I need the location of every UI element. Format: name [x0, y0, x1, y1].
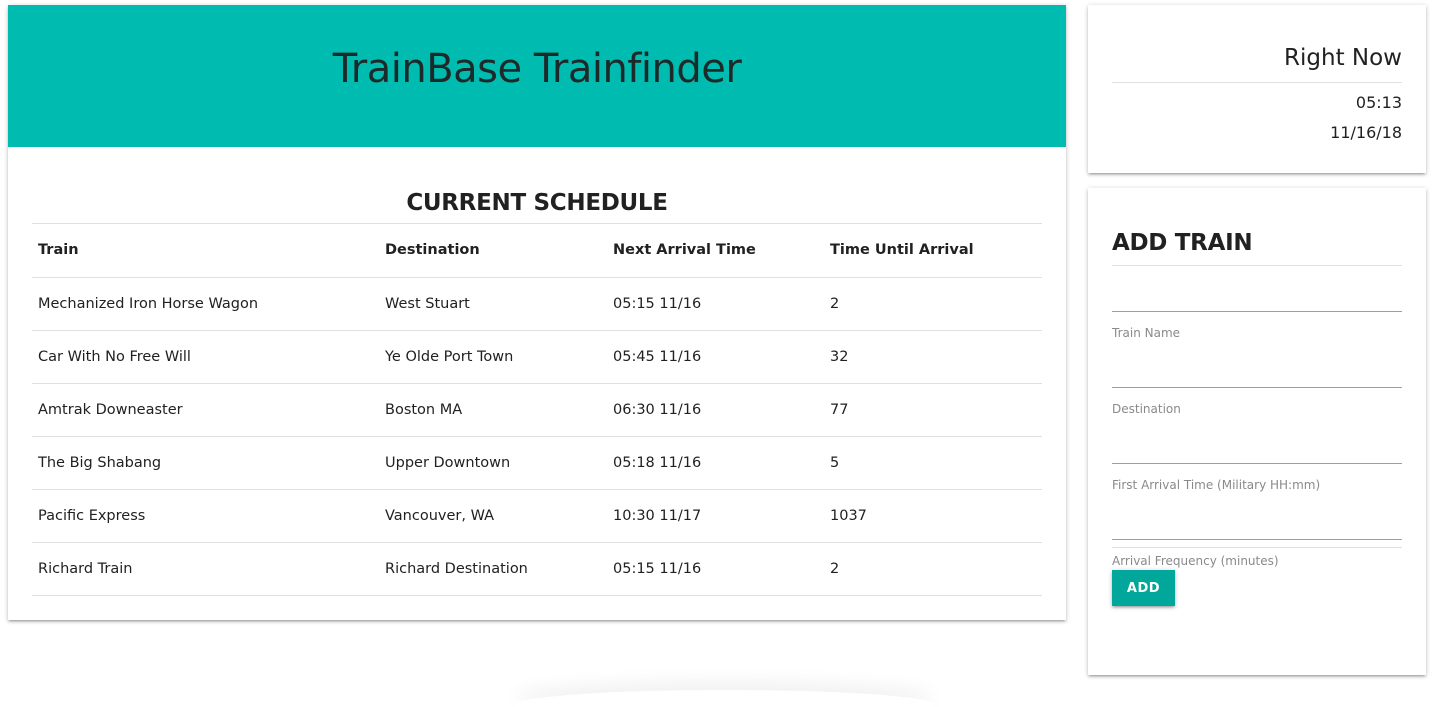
cell-next-arrival: 05:18 11/16: [607, 436, 824, 490]
cell-time-until: 77: [824, 383, 1042, 437]
cell-time-until: 2: [824, 277, 1042, 331]
first-arrival-label: First Arrival Time (Military HH:mm): [1112, 478, 1321, 492]
cell-train: Car With No Free Will: [32, 330, 379, 384]
cell-train: Amtrak Downeaster: [32, 383, 379, 437]
destination-field: Destination: [1112, 342, 1402, 418]
cell-train: Mechanized Iron Horse Wagon: [32, 277, 379, 331]
cell-destination: Richard Destination: [379, 542, 607, 596]
column-header-train: Train: [32, 224, 379, 278]
right-now-title: Right Now: [1112, 5, 1402, 83]
train-name-input[interactable]: [1112, 266, 1402, 312]
destination-label: Destination: [1112, 402, 1181, 416]
cell-next-arrival: 05:15 11/16: [607, 277, 824, 331]
train-name-label: Train Name: [1112, 326, 1181, 340]
cell-next-arrival: 05:15 11/16: [607, 542, 824, 596]
cell-train: Richard Train: [32, 542, 379, 596]
column-header-next-arrival: Next Arrival Time: [607, 224, 824, 278]
destination-input[interactable]: [1112, 342, 1402, 388]
current-time: 05:13: [1355, 93, 1402, 112]
add-train-card: ADD TRAIN Train Name Destination First A…: [1088, 188, 1426, 675]
bottom-shadow: [515, 690, 935, 707]
schedule-section: CURRENT SCHEDULE Train Destination Next …: [8, 189, 1066, 596]
schedule-title: CURRENT SCHEDULE: [32, 189, 1042, 224]
cell-time-until: 1037: [824, 489, 1042, 543]
first-arrival-input[interactable]: [1112, 418, 1402, 464]
cell-next-arrival: 05:45 11/16: [607, 330, 824, 384]
page-title: TrainBase Trainfinder: [332, 46, 742, 92]
column-header-time-until: Time Until Arrival: [824, 224, 1042, 278]
cell-next-arrival: 06:30 11/16: [607, 383, 824, 437]
schedule-table: Train Destination Next Arrival Time Time…: [32, 224, 1042, 596]
right-now-card: Right Now 05:13 11/16/18: [1088, 5, 1426, 173]
table-row: The Big Shabang Upper Downtown 05:18 11/…: [32, 436, 1042, 490]
cell-time-until: 32: [824, 330, 1042, 384]
add-train-form: Train Name Destination First Arrival Tim…: [1112, 266, 1402, 606]
table-row: Mechanized Iron Horse Wagon West Stuart …: [32, 277, 1042, 331]
schedule-card: TrainBase Trainfinder CURRENT SCHEDULE T…: [8, 5, 1066, 620]
header-banner: TrainBase Trainfinder: [8, 5, 1066, 147]
table-row: Amtrak Downeaster Boston MA 06:30 11/16 …: [32, 383, 1042, 437]
cell-destination: West Stuart: [379, 277, 607, 331]
table-row: Richard Train Richard Destination 05:15 …: [32, 542, 1042, 596]
first-arrival-field: First Arrival Time (Military HH:mm): [1112, 418, 1402, 494]
current-date: 11/16/18: [1330, 123, 1402, 142]
add-button[interactable]: ADD: [1112, 570, 1175, 606]
column-header-destination: Destination: [379, 224, 607, 278]
cell-train: Pacific Express: [32, 489, 379, 543]
train-name-field: Train Name: [1112, 266, 1402, 342]
table-row: Car With No Free Will Ye Olde Port Town …: [32, 330, 1042, 384]
cell-destination: Boston MA: [379, 383, 607, 437]
add-train-title: ADD TRAIN: [1112, 188, 1402, 266]
page: TrainBase Trainfinder CURRENT SCHEDULE T…: [0, 0, 1433, 707]
cell-destination: Ye Olde Port Town: [379, 330, 607, 384]
cell-time-until: 2: [824, 542, 1042, 596]
cell-time-until: 5: [824, 436, 1042, 490]
cell-next-arrival: 10:30 11/17: [607, 489, 824, 543]
table-row: Pacific Express Vancouver, WA 10:30 11/1…: [32, 489, 1042, 543]
cell-destination: Upper Downtown: [379, 436, 607, 490]
cell-destination: Vancouver, WA: [379, 489, 607, 543]
table-header-row: Train Destination Next Arrival Time Time…: [32, 224, 1042, 278]
frequency-input[interactable]: [1112, 494, 1402, 540]
frequency-label: Arrival Frequency (minutes): [1112, 554, 1279, 568]
frequency-field: Arrival Frequency (minutes): [1112, 494, 1402, 570]
cell-train: The Big Shabang: [32, 436, 379, 490]
